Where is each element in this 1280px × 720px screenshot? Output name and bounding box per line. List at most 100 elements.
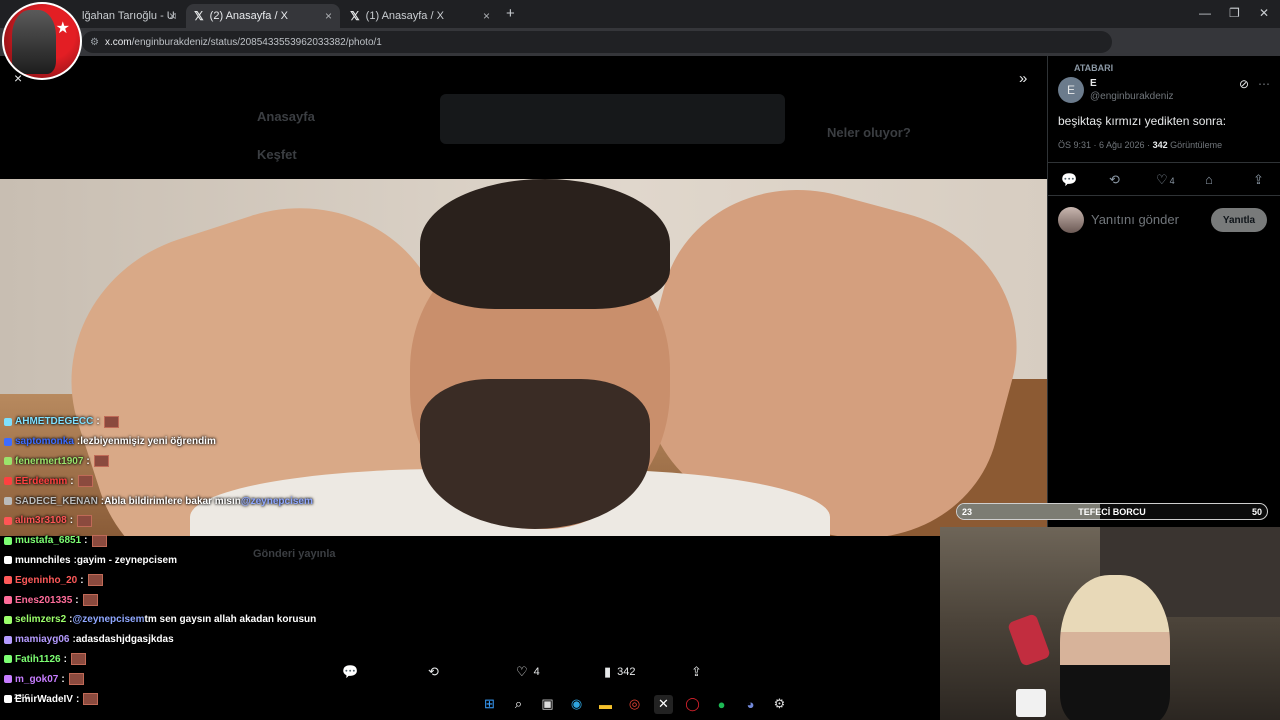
- view-count: 342: [617, 666, 636, 678]
- more-options-icon[interactable]: ⋯: [1258, 77, 1270, 91]
- tab-close-icon[interactable]: ×: [325, 9, 332, 23]
- file-explorer-icon[interactable]: ▬: [596, 695, 615, 714]
- chat-badge-icon: [4, 655, 12, 664]
- x-app-icon[interactable]: ✕: [654, 694, 673, 714]
- viewer-like-button[interactable]: ♡ 4: [516, 664, 540, 680]
- divider: [1048, 195, 1280, 196]
- bookmark-icon[interactable]: ⌂: [1205, 172, 1213, 187]
- expand-panel-button[interactable]: »: [1019, 70, 1027, 87]
- task-view-icon[interactable]: ▣: [538, 695, 557, 714]
- chat-username[interactable]: alım3r3108: [15, 515, 67, 526]
- tab-title: (1) Anasayfa / X: [365, 10, 444, 22]
- chat-message: m_gok07 :: [4, 669, 364, 689]
- discord-icon[interactable]: ◕: [741, 695, 760, 714]
- author-handle[interactable]: @enginburakdeniz: [1090, 91, 1174, 102]
- tab-title: (2) Anasayfa / X: [209, 10, 288, 22]
- spotify-icon[interactable]: ●: [712, 695, 731, 714]
- chat-separator: :: [63, 653, 67, 665]
- like-button[interactable]: ♡ 4: [1156, 172, 1175, 188]
- x-logo-icon: 𝕏: [194, 9, 204, 23]
- chat-username[interactable]: Fatih1126: [15, 654, 61, 665]
- chat-username[interactable]: AHMETDEGECC: [15, 416, 93, 427]
- grok-icon[interactable]: ⊘: [1239, 77, 1249, 91]
- chat-emote: [87, 574, 103, 587]
- chat-message: munnchiles : gayim - zeynepcisem: [4, 551, 364, 571]
- author-avatar[interactable]: E: [1058, 77, 1084, 103]
- start-icon[interactable]: ⊞: [480, 695, 499, 714]
- chat-username[interactable]: selimzers2: [15, 614, 66, 625]
- chat-username[interactable]: EErdeemm: [15, 476, 67, 487]
- chat-text: tm sen gaysın allah akadan korusun: [144, 614, 317, 626]
- tweet-time[interactable]: ÖS 9:31 · 6 Ağu 2026 ·: [1058, 140, 1153, 150]
- chat-emote: [68, 673, 84, 686]
- address-bar-row: ⚙ x.com /enginburakdeniz/status/20854335…: [0, 28, 1280, 76]
- new-tab-button[interactable]: +: [506, 5, 515, 22]
- maximize-icon[interactable]: ❐: [1229, 6, 1240, 20]
- chat-separator: :: [75, 693, 80, 705]
- opera-icon[interactable]: ◯: [683, 695, 702, 714]
- chat-emote: [70, 653, 86, 666]
- chat-mention[interactable]: @zeynepcisem: [73, 614, 145, 625]
- search-icon[interactable]: ⌕: [509, 695, 528, 714]
- close-window-icon[interactable]: ✕: [1259, 6, 1269, 20]
- url-path: /enginburakdeniz/status/2085433553962033…: [131, 36, 382, 48]
- chat-message: EErdeemm :: [4, 471, 364, 491]
- author-name[interactable]: E: [1090, 78, 1097, 89]
- windows-taskbar: ⊞ ⌕ ▣ ◉ ▬ ◎ ✕ ◯ ● ◕ ⚙: [480, 692, 799, 716]
- settings-icon[interactable]: ⚙: [770, 695, 789, 714]
- background-compose-box: [440, 94, 785, 144]
- chat-username[interactable]: mamiayg06: [15, 634, 69, 645]
- tweet-meta: ÖS 9:31 · 6 Ağu 2026 · 342 Görüntüleme: [1058, 140, 1222, 150]
- chat-badge-icon: [4, 457, 12, 466]
- chat-emote: [93, 455, 109, 468]
- photo-beard: [420, 379, 650, 529]
- chat-text: lezbiyenmişiz yeni öğrendim: [80, 436, 216, 448]
- chat-mention[interactable]: @zeynepcisem: [241, 496, 313, 507]
- chat-separator: :: [75, 594, 79, 606]
- reply-icon[interactable]: 💬: [1061, 172, 1077, 188]
- chat-username[interactable]: mustafa_6851: [15, 535, 81, 546]
- chat-username[interactable]: munnchiles: [15, 555, 71, 566]
- chat-badge-icon: [4, 675, 12, 684]
- like-count: 4: [1169, 176, 1175, 186]
- repost-icon[interactable]: ⟲: [1109, 172, 1120, 188]
- x-logo-icon: 𝕏: [350, 9, 360, 23]
- chat-message: EmirWadeIV :: [4, 689, 364, 709]
- chat-message: SADECE_KENAN : Abla bildirimlere bakar m…: [4, 491, 364, 511]
- browser-tab[interactable]: 𝕏 (1) Anasayfa / X ×: [342, 4, 498, 28]
- reply-submit-button[interactable]: Yanıtla: [1211, 208, 1267, 232]
- url-bar[interactable]: ⚙ x.com /enginburakdeniz/status/20854335…: [82, 31, 1112, 53]
- chat-separator: :: [80, 574, 84, 586]
- chat-username[interactable]: Egeninho_20: [15, 575, 77, 586]
- chat-username[interactable]: m_gok07: [15, 674, 58, 685]
- views-chart-icon: ▮: [604, 664, 612, 679]
- tab-close-icon[interactable]: ×: [169, 9, 176, 23]
- edge-icon[interactable]: ◉: [567, 695, 586, 714]
- viewer-share-button[interactable]: ⇪: [691, 664, 708, 680]
- current-user-avatar: [1058, 207, 1084, 233]
- heart-icon: ♡: [516, 664, 528, 679]
- chat-username[interactable]: SADECE_KENAN: [15, 496, 98, 507]
- tab-close-icon[interactable]: ×: [483, 9, 490, 23]
- tweet-text: beşiktaş kırmızı yedikten sonra:: [1058, 114, 1227, 128]
- site-info-icon[interactable]: ⚙: [90, 37, 99, 48]
- browser-tab-active[interactable]: 𝕏 (2) Anasayfa / X ×: [186, 4, 340, 28]
- chrome-icon[interactable]: ◎: [625, 695, 644, 714]
- chat-username[interactable]: Enes201335: [15, 595, 72, 606]
- chat-badge-icon: [4, 417, 12, 426]
- goal-end-value: 50: [1251, 507, 1262, 517]
- chat-separator: :: [61, 673, 65, 685]
- goal-progress-bar: 23 TEFECİ BORCU 50: [956, 503, 1268, 520]
- reply-input[interactable]: Yanıtını gönder: [1091, 212, 1179, 227]
- divider: [1048, 162, 1280, 163]
- chat-username[interactable]: fenermert1907: [15, 456, 83, 467]
- viewer-views-button[interactable]: ▮ 342: [604, 664, 636, 680]
- share-icon[interactable]: ⇪: [1253, 172, 1264, 188]
- viewer-repost-button[interactable]: ⟲: [428, 664, 445, 680]
- channel-logo: ★: [2, 2, 82, 80]
- chat-username[interactable]: saptomonka: [15, 436, 74, 447]
- like-count: 4: [533, 666, 540, 678]
- chat-emote: [103, 415, 119, 428]
- minimize-icon[interactable]: —: [1199, 6, 1211, 20]
- weather-temp: 23°C: [14, 694, 30, 701]
